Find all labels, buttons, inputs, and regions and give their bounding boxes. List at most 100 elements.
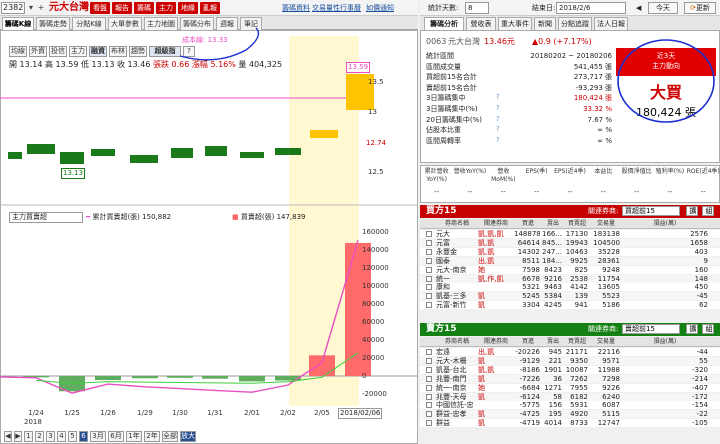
- row-checkbox[interactable]: [426, 366, 432, 373]
- table-cell: -214: [692, 374, 708, 383]
- period-button[interactable]: 全部: [162, 431, 178, 442]
- period-button[interactable]: 1: [24, 431, 33, 442]
- annotation-curve: [179, 27, 260, 61]
- period-button[interactable]: 5: [68, 431, 77, 442]
- tab-chip-kline[interactable]: 籌碼K線: [2, 17, 34, 30]
- table-cell: 55: [699, 356, 708, 365]
- rtab-institutional[interactable]: 法人日報: [594, 17, 628, 30]
- period-button[interactable]: 2: [35, 431, 44, 442]
- table-cell: 凱基-台北: [436, 365, 467, 374]
- table-cell: 兆豐-南門: [436, 374, 467, 383]
- price-tick: 13.5: [368, 78, 384, 86]
- rtab-branch-track[interactable]: 分點追蹤: [558, 17, 592, 30]
- indicator-select[interactable]: 主力買賣超: [9, 212, 83, 223]
- table-cell: 9248: [602, 265, 620, 274]
- rank-select[interactable]: 買超前15: [622, 206, 680, 216]
- expand-button[interactable]: 擴: [686, 206, 698, 216]
- tab-branch-kline[interactable]: 分點K線: [72, 17, 106, 30]
- x-tick: 2/05: [314, 409, 330, 417]
- row-checkbox[interactable]: [426, 402, 432, 409]
- period-button[interactable]: 3月: [90, 431, 106, 442]
- table-cell: 1271: [544, 383, 562, 392]
- x-tick: 2/02: [280, 409, 296, 417]
- row-checkbox[interactable]: [426, 275, 432, 282]
- period-button[interactable]: 6: [79, 431, 88, 442]
- metric-header: 本益比: [594, 168, 613, 175]
- x-tick: 1/24: [28, 409, 44, 417]
- rtab-revenue[interactable]: 營收表: [466, 17, 496, 30]
- row-checkbox[interactable]: [426, 375, 432, 382]
- button-chips[interactable]: 籌碼: [134, 2, 154, 14]
- column-header: 賣出: [546, 220, 559, 227]
- expand-button[interactable]: 擴: [686, 324, 698, 334]
- refresh-button[interactable]: ⟳更新: [684, 2, 716, 14]
- link-calendar[interactable]: 行事曆: [340, 3, 361, 13]
- period-button[interactable]: 1年: [126, 431, 142, 442]
- period-button[interactable]: 4: [57, 431, 66, 442]
- table-cell: 元富: [436, 238, 450, 247]
- help-icon[interactable]: ?: [496, 125, 500, 134]
- rtab-news[interactable]: 新聞: [534, 17, 556, 30]
- rank-select[interactable]: 賣超前15: [622, 324, 680, 334]
- annotation-circle: [617, 39, 715, 123]
- row-checkbox[interactable]: [426, 302, 432, 309]
- row-checkbox[interactable]: [426, 411, 432, 418]
- row-checkbox[interactable]: [426, 420, 432, 427]
- today-button[interactable]: 今天: [648, 2, 678, 14]
- table-cell: -22: [696, 410, 708, 419]
- tab-big-order[interactable]: 大單參數: [108, 17, 142, 30]
- rtab-chip-analysis[interactable]: 籌碼分析: [424, 17, 464, 30]
- link-chip-data[interactable]: 籌碼資料: [282, 3, 310, 13]
- column-header: 買賣超: [567, 338, 586, 345]
- button-watch[interactable]: 看盤: [90, 2, 110, 14]
- row-checkbox[interactable]: [426, 248, 432, 255]
- row-checkbox[interactable]: [426, 231, 432, 237]
- period-button[interactable]: 放大: [180, 431, 196, 442]
- button-alert[interactable]: 亂報: [200, 2, 220, 14]
- row-checkbox[interactable]: [426, 349, 432, 355]
- row-checkbox[interactable]: [426, 239, 432, 246]
- tab-major-map[interactable]: 主力地圖: [144, 17, 178, 30]
- group-button[interactable]: 組: [702, 324, 714, 334]
- table-cell: 825: [574, 265, 588, 274]
- info-name: 元大台灣: [448, 37, 480, 46]
- row-checkbox[interactable]: [426, 393, 432, 400]
- row-checkbox[interactable]: [426, 384, 432, 391]
- link-volume[interactable]: 交易量性: [312, 3, 340, 13]
- period-button[interactable]: 2年: [144, 431, 160, 442]
- table-cell: -9129: [519, 356, 540, 365]
- metric-header: EPS(近4季): [554, 168, 586, 175]
- group-button[interactable]: 組: [702, 206, 714, 216]
- end-date-input[interactable]: 2018/2/6: [556, 2, 626, 14]
- period-button[interactable]: 6月: [108, 431, 124, 442]
- row-checkbox[interactable]: [426, 257, 432, 264]
- zoom-out-icon[interactable]: ◀: [4, 431, 12, 442]
- help-icon[interactable]: ?: [496, 104, 500, 113]
- info-row-value: -93,293 張: [575, 83, 612, 92]
- button-local[interactable]: 地緣: [178, 2, 198, 14]
- table-cell: 17130: [565, 230, 588, 238]
- table-cell: 4245: [544, 301, 562, 310]
- button-major[interactable]: 主力: [156, 2, 176, 14]
- table-cell: 945: [548, 348, 562, 356]
- link-price-alert[interactable]: 如價通知: [366, 3, 394, 13]
- add-icon[interactable]: +: [36, 3, 46, 13]
- table-cell: 9226: [602, 383, 620, 392]
- help-icon[interactable]: ?: [496, 115, 500, 124]
- zoom-in-icon[interactable]: ▶: [14, 431, 22, 442]
- help-icon[interactable]: ?: [496, 93, 500, 102]
- row-checkbox[interactable]: [426, 266, 432, 273]
- help-icon[interactable]: ?: [496, 136, 500, 145]
- prev-day-icon[interactable]: ◀: [636, 2, 644, 14]
- dropdown-icon[interactable]: ▾: [26, 3, 36, 13]
- days-select[interactable]: 8: [465, 2, 489, 14]
- row-checkbox[interactable]: [426, 293, 432, 300]
- rtab-events[interactable]: 重大事件: [498, 17, 532, 30]
- table-cell: 凱: [478, 292, 485, 301]
- stock-code-input[interactable]: 2382R: [1, 2, 25, 14]
- tab-chip-trend[interactable]: 籌碼走勢: [36, 17, 70, 30]
- row-checkbox[interactable]: [426, 284, 432, 291]
- row-checkbox[interactable]: [426, 357, 432, 364]
- period-button[interactable]: 3: [46, 431, 55, 442]
- button-report[interactable]: 報告: [112, 2, 132, 14]
